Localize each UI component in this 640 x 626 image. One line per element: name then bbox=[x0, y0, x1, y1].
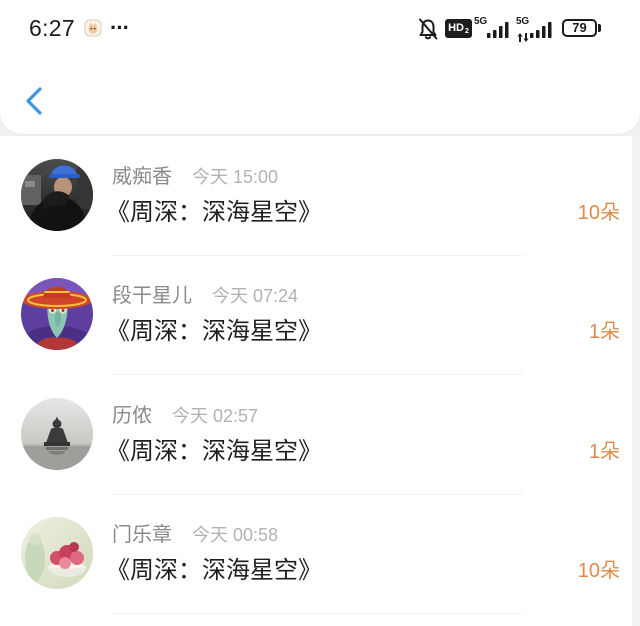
signal-bars-icon bbox=[529, 21, 554, 38]
gift-list: 威痴香 今天 15:00 《周深：深海星空》 10朵 段干星儿 今天 07:24… bbox=[0, 136, 632, 626]
avatar-image bbox=[21, 517, 93, 589]
sender-name: 门乐章 bbox=[112, 524, 172, 546]
status-bar: 6:27 ··· HD2 5G 5G 79 bbox=[0, 0, 640, 56]
back-button[interactable] bbox=[18, 80, 54, 122]
row-meta: 威痴香 今天 15:00 bbox=[112, 164, 278, 190]
avatar[interactable] bbox=[21, 278, 93, 350]
hd-voice-badge: HD2 bbox=[445, 19, 472, 38]
gift-count: 1朵 bbox=[588, 321, 620, 343]
battery-level: 79 bbox=[572, 20, 587, 35]
battery-nub bbox=[598, 24, 601, 32]
chevron-left-icon bbox=[26, 87, 42, 115]
gift-row[interactable]: 门乐章 今天 00:58 《周深：深海星空》 10朵 bbox=[0, 494, 632, 614]
avatar[interactable] bbox=[21, 159, 93, 231]
nav-header: 6:27 ··· HD2 5G 5G 79 bbox=[0, 0, 640, 134]
sender-name: 威痴香 bbox=[112, 166, 172, 188]
gift-title: 《周深：深海星空》 bbox=[106, 557, 322, 584]
gift-title: 《周深：深海星空》 bbox=[106, 438, 322, 465]
gift-count: 10朵 bbox=[577, 560, 620, 582]
sender-name: 历侬 bbox=[112, 405, 152, 427]
row-divider bbox=[112, 613, 522, 614]
sent-time: 今天 15:00 bbox=[192, 167, 279, 187]
avatar-image bbox=[21, 398, 93, 470]
app-notification-icon bbox=[84, 19, 102, 37]
more-notifications-indicator: ··· bbox=[110, 15, 130, 40]
gift-row[interactable]: 段干星儿 今天 07:24 《周深：深海星空》 1朵 bbox=[0, 255, 632, 375]
gift-title: 《周深：深海星空》 bbox=[106, 199, 322, 226]
avatar[interactable] bbox=[21, 398, 93, 470]
gift-title: 《周深：深海星空》 bbox=[106, 318, 322, 345]
sim2-network-type: 5G bbox=[516, 16, 529, 27]
gift-count: 10朵 bbox=[577, 202, 620, 224]
status-time: 6:27 bbox=[29, 15, 75, 41]
mute-bell-icon bbox=[417, 17, 439, 41]
battery-icon: 79 bbox=[562, 19, 597, 37]
avatar-image bbox=[21, 278, 93, 350]
hd-badge-label: HD bbox=[448, 22, 464, 34]
row-meta: 门乐章 今天 00:58 bbox=[112, 522, 278, 548]
avatar-image bbox=[21, 159, 93, 231]
row-meta: 历侬 今天 02:57 bbox=[112, 403, 258, 429]
data-arrows-icon bbox=[517, 29, 529, 42]
sim1-network-type: 5G bbox=[474, 16, 487, 27]
gift-row[interactable]: 威痴香 今天 15:00 《周深：深海星空》 10朵 bbox=[0, 136, 632, 256]
signal-bars-icon bbox=[486, 21, 511, 38]
hd-badge-sim: 2 bbox=[464, 28, 469, 35]
sent-time: 今天 07:24 bbox=[212, 286, 299, 306]
gift-row[interactable]: 历侬 今天 02:57 《周深：深海星空》 1朵 bbox=[0, 375, 632, 495]
sent-time: 今天 00:58 bbox=[192, 525, 279, 545]
avatar[interactable] bbox=[21, 517, 93, 589]
row-meta: 段干星儿 今天 07:24 bbox=[112, 283, 298, 309]
sender-name: 段干星儿 bbox=[112, 285, 192, 307]
sent-time: 今天 02:57 bbox=[172, 406, 259, 426]
gift-count: 1朵 bbox=[588, 441, 620, 463]
